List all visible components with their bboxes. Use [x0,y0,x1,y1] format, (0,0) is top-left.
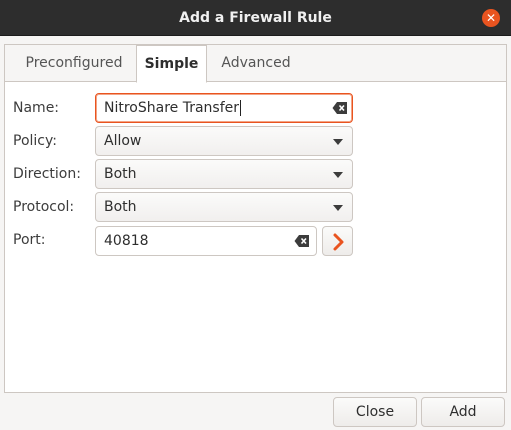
chevron-right-icon [333,233,344,251]
port-input[interactable]: 40818 [95,226,317,256]
backspace-clear-icon[interactable] [332,101,348,115]
name-label: Name: [13,100,60,116]
close-button[interactable]: Close [333,397,417,427]
policy-value: Allow [104,133,142,149]
tab-bar: Preconfigured Simple Advanced [5,45,506,83]
protocol-dropdown[interactable]: Both [95,192,353,222]
name-input[interactable]: NitroShare Transfer [95,93,353,123]
policy-dropdown[interactable]: Allow [95,126,353,156]
close-icon: ✕ [485,11,497,25]
protocol-label: Protocol: [13,199,75,215]
direction-label: Direction: [13,166,81,182]
protocol-value: Both [104,199,137,215]
firewall-rule-dialog: Add a Firewall Rule ✕ Preconfigured Simp… [0,0,511,430]
text-caret [240,100,242,116]
port-input-text: 40818 [104,233,149,249]
name-input-text: NitroShare Transfer [104,100,240,116]
direction-dropdown[interactable]: Both [95,159,353,189]
port-go-button[interactable] [322,226,353,256]
direction-value: Both [104,166,137,182]
backspace-clear-icon[interactable] [294,234,310,248]
tab-simple[interactable]: Simple [136,45,207,83]
chevron-down-icon [333,205,343,211]
add-button[interactable]: Add [421,397,505,427]
chevron-down-icon [333,139,343,145]
tab-advanced[interactable]: Advanced [210,45,302,82]
port-label: Port: [13,232,46,248]
window-close-button[interactable]: ✕ [482,9,500,27]
titlebar: Add a Firewall Rule ✕ [0,0,511,36]
tab-preconfigured[interactable]: Preconfigured [11,45,137,82]
chevron-down-icon [333,172,343,178]
window-title: Add a Firewall Rule [179,10,332,26]
policy-label: Policy: [13,133,57,149]
